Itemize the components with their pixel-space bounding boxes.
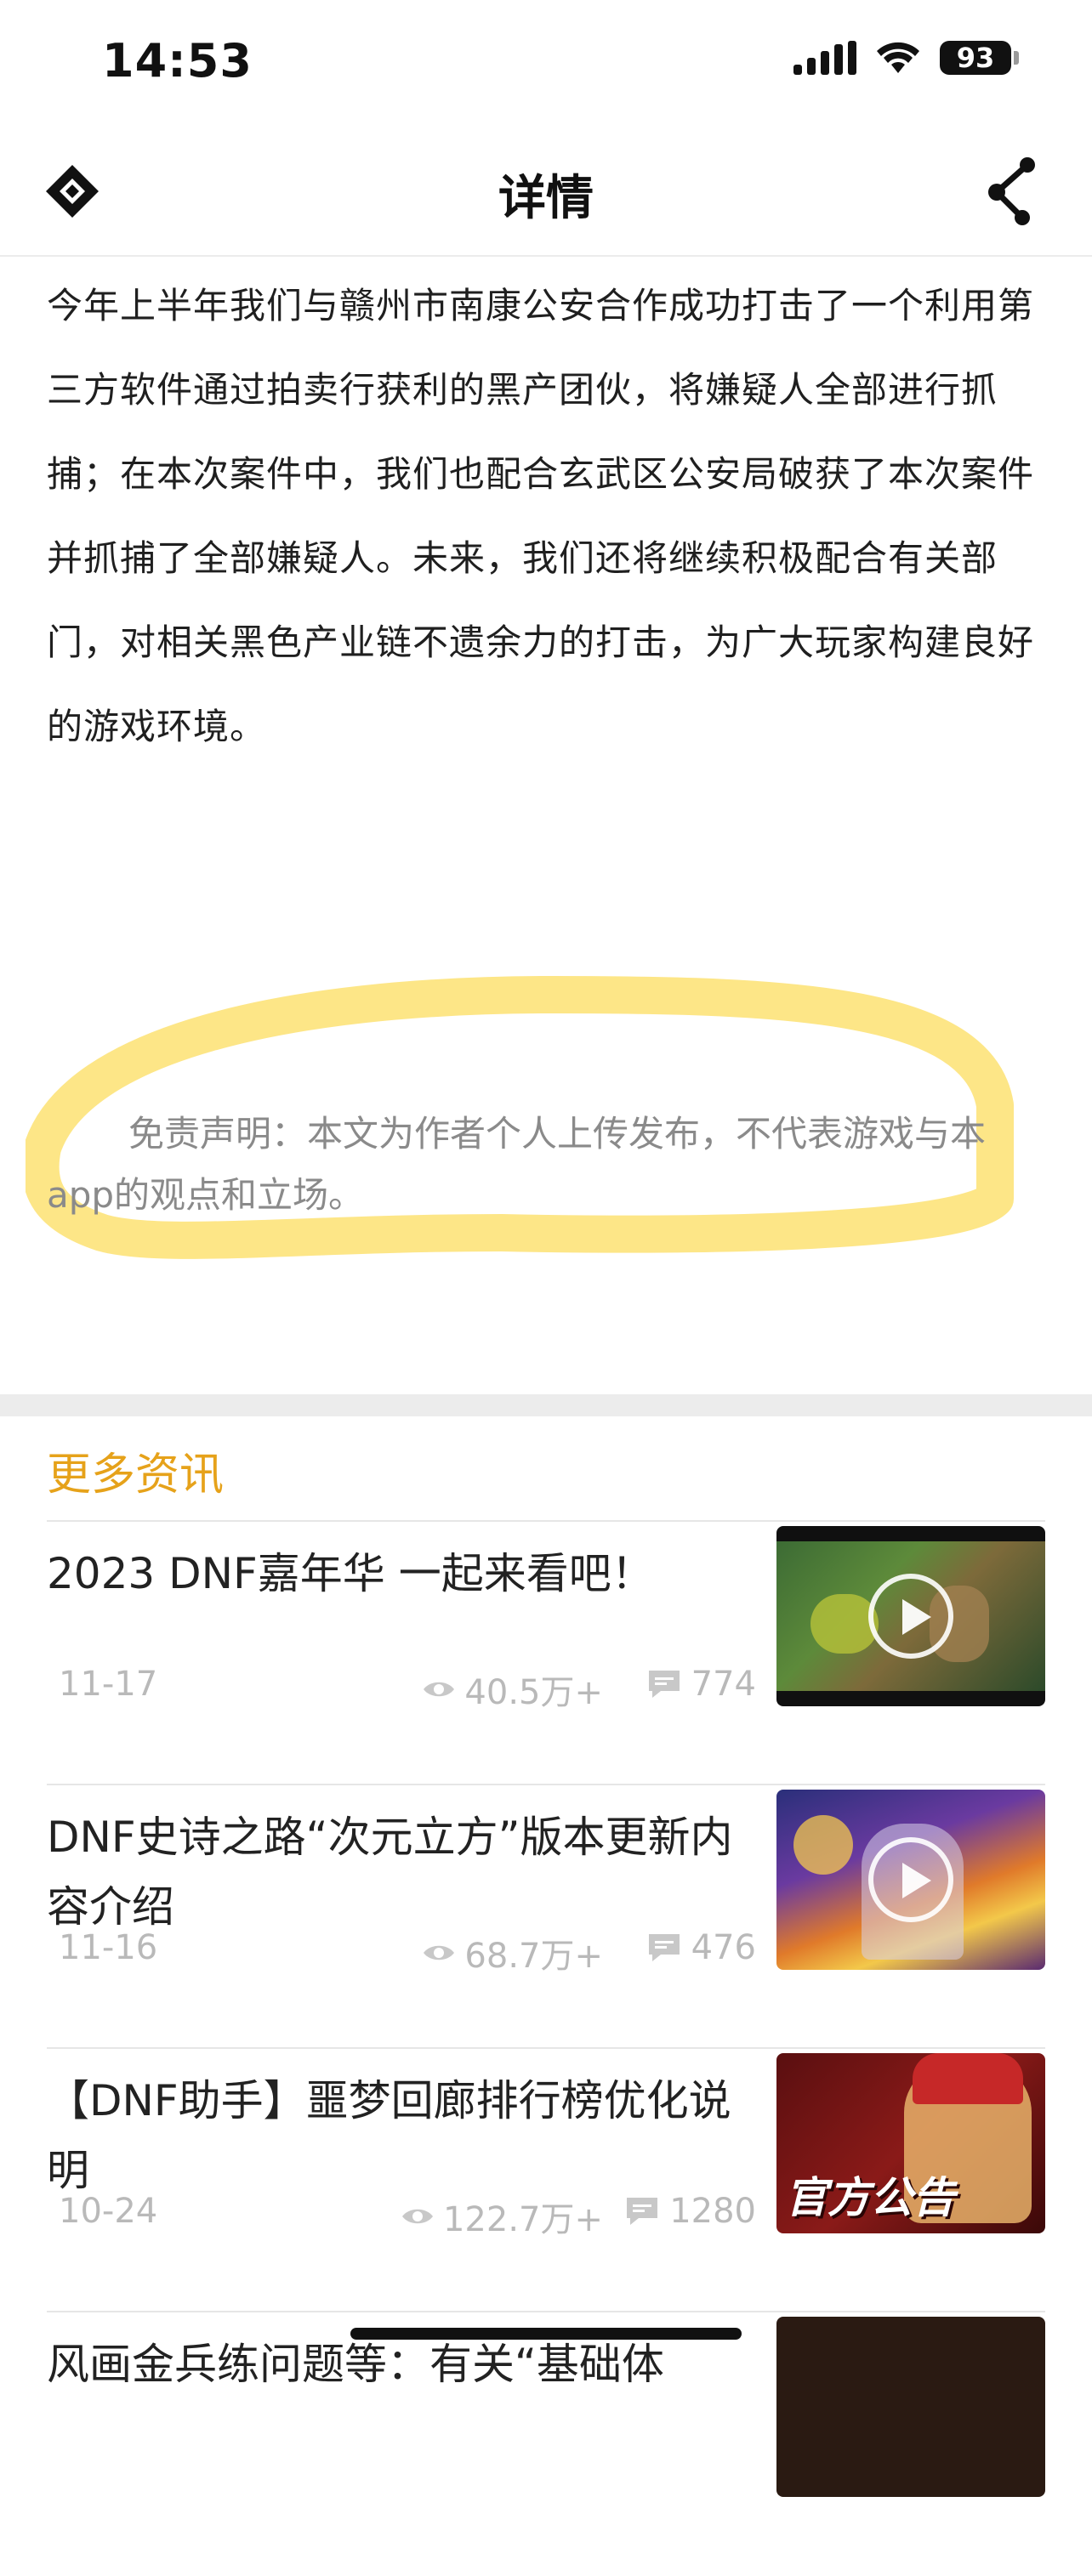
eye-icon xyxy=(401,2209,433,2224)
home-indicator[interactable] xyxy=(350,2328,742,2340)
comment-bubble-icon xyxy=(648,1934,680,1961)
news-title[interactable]: 【DNF助手】噩梦回廊排行榜优化说明 xyxy=(47,2066,753,2205)
news-title[interactable]: 风画金兵练问题等：有关“基础体 xyxy=(47,2329,753,2399)
battery-icon: 93 xyxy=(940,41,1019,75)
news-thumbnail[interactable]: 官方公告 xyxy=(776,2053,1045,2233)
comments-count: 774 xyxy=(691,1665,756,1704)
news-date: 11-17 xyxy=(59,1665,158,1704)
status-icons: 93 xyxy=(793,41,1019,75)
news-meta: 11-17 40.5万+ 774 xyxy=(59,1665,756,1716)
comments-count: 476 xyxy=(691,1928,756,1967)
news-comments: 1280 xyxy=(623,2192,756,2231)
news-views: 122.7万+ xyxy=(401,2192,603,2241)
cellular-signal-icon xyxy=(793,41,856,75)
page-title: 详情 xyxy=(498,171,594,226)
thumbnail-caption: 官方公告 xyxy=(785,2173,955,2222)
news-title[interactable]: DNF史诗之路“次元立方”版本更新内容介绍 xyxy=(47,1802,753,1942)
news-meta: 11-16 68.7万+ 476 xyxy=(59,1928,756,1979)
battery-level: 93 xyxy=(956,42,995,74)
article-body: 今年上半年我们与赣州市南康公安合作成功打击了一个利用第三方软件通过拍卖行获利的黑… xyxy=(47,285,1035,747)
news-item[interactable]: 2023 DNF嘉年华 一起来看吧！ 11-17 40.5万+ 774 xyxy=(47,1522,1045,1785)
news-thumbnail[interactable] xyxy=(776,2317,1045,2497)
status-bar: 14:53 93 xyxy=(0,0,1092,128)
news-title[interactable]: 2023 DNF嘉年华 一起来看吧！ xyxy=(47,1539,753,1609)
play-icon[interactable] xyxy=(868,1837,953,1922)
nav-bar: 详情 xyxy=(0,128,1092,257)
more-news-heading: 更多资讯 xyxy=(47,1450,225,1501)
play-icon[interactable] xyxy=(868,1574,953,1659)
section-divider xyxy=(0,1394,1092,1416)
news-thumbnail[interactable] xyxy=(776,1790,1045,1970)
views-count: 122.7万+ xyxy=(442,2200,603,2239)
views-count: 68.7万+ xyxy=(464,1937,603,1976)
news-meta: 10-24 122.7万+ 1280 xyxy=(59,2192,756,2243)
news-comments: 774 xyxy=(646,1665,756,1704)
news-item[interactable]: DNF史诗之路“次元立方”版本更新内容介绍 11-16 68.7万+ 476 xyxy=(47,1785,1045,2049)
news-date: 10-24 xyxy=(59,2192,158,2231)
news-thumbnail[interactable] xyxy=(776,1526,1045,1706)
views-count: 40.5万+ xyxy=(464,1673,603,1712)
comment-bubble-icon xyxy=(627,2198,658,2225)
news-views: 40.5万+ xyxy=(422,1665,603,1714)
news-date: 11-16 xyxy=(59,1928,158,1967)
share-icon[interactable] xyxy=(973,153,1049,230)
disclaimer-text: 免责声明：本文为作者个人上传发布，不代表游戏与本app的观点和立场。 xyxy=(47,1113,987,1216)
disclaimer-section: 免责声明：本文为作者个人上传发布，不代表游戏与本app的观点和立场。 xyxy=(26,944,1021,1301)
news-comments: 476 xyxy=(646,1928,756,1967)
news-views: 68.7万+ xyxy=(422,1928,603,1977)
status-time: 14:53 xyxy=(102,34,253,88)
news-item[interactable]: 【DNF助手】噩梦回廊排行榜优化说明 10-24 122.7万+ 1280 官方… xyxy=(47,2049,1045,2312)
wifi-icon xyxy=(877,42,919,73)
eye-icon xyxy=(424,1682,455,1697)
comments-count: 1280 xyxy=(669,2192,756,2231)
news-item[interactable]: 风画金兵练问题等：有关“基础体 xyxy=(47,2312,1045,2576)
comment-bubble-icon xyxy=(648,1671,680,1698)
eye-icon xyxy=(424,1945,455,1960)
